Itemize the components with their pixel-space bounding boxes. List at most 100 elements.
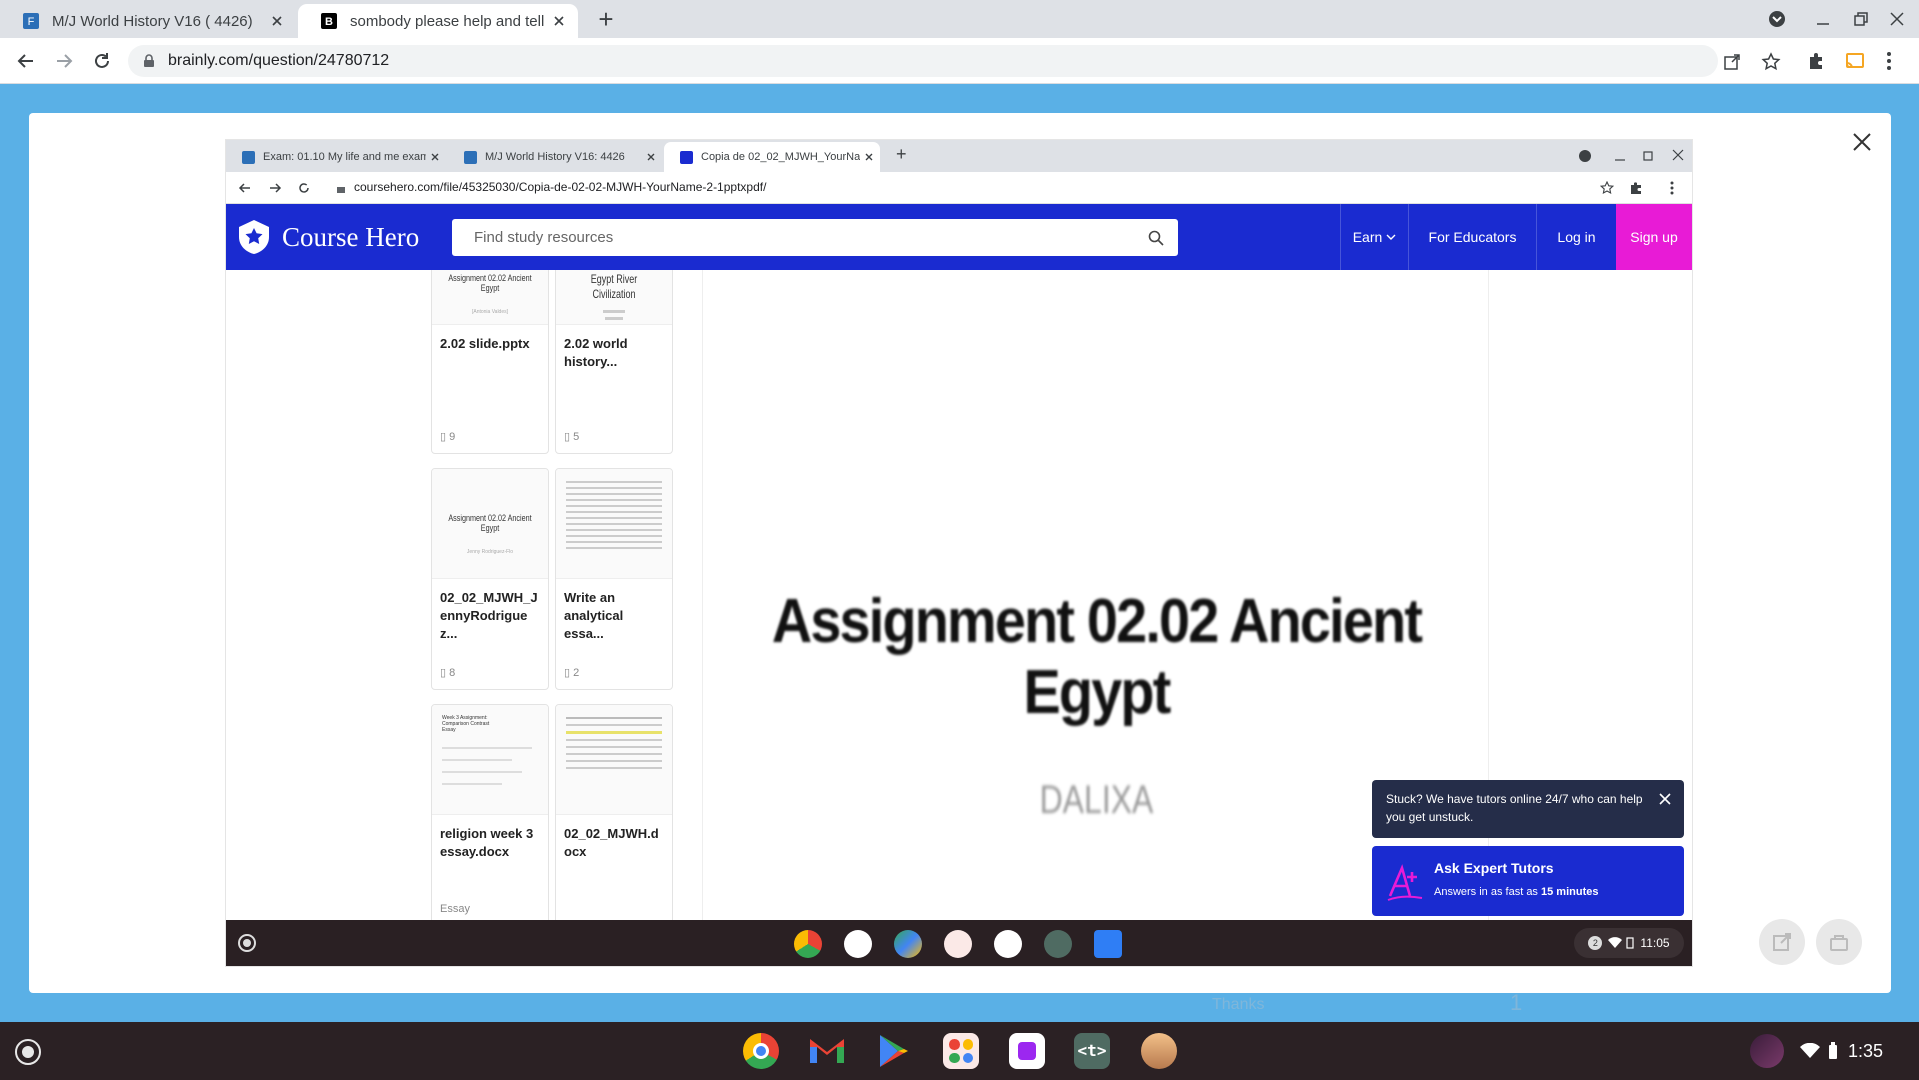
close-tab-icon[interactable] <box>270 14 284 28</box>
terminal-app-icon <box>1044 930 1072 958</box>
app-icon[interactable] <box>1009 1033 1045 1069</box>
inner-minimize-icon <box>1615 159 1625 161</box>
inner-new-tab-icon: + <box>896 144 907 164</box>
report-button[interactable] <box>1816 919 1862 965</box>
bookmark-star-icon[interactable] <box>1761 52 1781 72</box>
account-avatar[interactable] <box>1750 1034 1784 1068</box>
tutor-tip-popup: Stuck? We have tutors online 24/7 who ca… <box>1372 780 1684 838</box>
status-tray[interactable]: 1:35 <box>1800 1036 1910 1066</box>
inner-tab-world-history: M/J World History V16: 4426 <box>448 142 662 172</box>
related-doc-card: Write an analytical essa... ▯ 2 <box>555 468 673 690</box>
games-app-icon[interactable] <box>943 1033 979 1069</box>
close-window-icon[interactable] <box>1889 11 1905 27</box>
close-tab-icon <box>647 153 655 161</box>
tab-title: Copia de 02_02_MJWH_YourName <box>701 151 860 163</box>
inner-menu-icon <box>1670 181 1674 195</box>
tutors-title: Ask Expert Tutors <box>1434 860 1554 876</box>
browser-tab-world-history[interactable]: F M/J World History V16 ( 4426) <box>0 4 296 38</box>
browser-tab-brainly[interactable]: B sombody please help and tell me <box>298 4 578 38</box>
tab-search-icon[interactable] <box>1767 9 1787 29</box>
nav-earn-label: Earn <box>1352 229 1383 245</box>
launcher-button[interactable] <box>15 1039 41 1065</box>
doc-title: Write an analytical essa... <box>564 590 624 641</box>
flvs-favicon-icon <box>464 150 477 164</box>
page-count-value: 2 <box>573 667 580 679</box>
related-doc-card: Assignment 02.02 Ancient Egypt Jenny Rod… <box>431 468 549 690</box>
attached-screenshot: Exam: 01.10 My life and me exam M/J Worl… <box>226 140 1692 966</box>
address-bar[interactable]: brainly.com/question/24780712 <box>128 45 1781 77</box>
app-icon <box>994 930 1022 958</box>
inner-extensions-icon <box>1631 182 1641 194</box>
a-plus-icon <box>1387 864 1423 901</box>
document-title: Assignment 02.02 Ancient Egypt <box>771 587 1423 727</box>
new-tab-button[interactable]: + <box>592 6 620 34</box>
chrome-app-icon[interactable] <box>743 1033 779 1069</box>
close-tab-icon <box>431 153 439 161</box>
external-link-icon <box>1773 933 1791 951</box>
browser-tab-strip: F M/J World History V16 ( 4426) B sombod… <box>0 0 1919 38</box>
tutors-subtitle-time: 15 minutes <box>1541 886 1599 898</box>
ask-expert-tutors-button: Ask Expert Tutors Answers in as fast as … <box>1372 846 1684 916</box>
menu-kebab-icon[interactable] <box>1886 51 1892 71</box>
clock: 1:35 <box>1848 1040 1884 1061</box>
inner-clock: 11:05 <box>1640 936 1670 950</box>
gmail-app-icon[interactable] <box>808 1035 846 1065</box>
play-store-app-icon <box>894 930 922 958</box>
nav-sign-up: Sign up <box>1616 204 1692 270</box>
doc-page-count: ▯ 2 <box>564 667 580 679</box>
doc-thumbnail <box>556 705 672 815</box>
thanks-count: 1 <box>1510 990 1523 1015</box>
inner-lock-icon <box>337 187 345 193</box>
reload-icon[interactable] <box>92 51 112 71</box>
flag-icon <box>1830 935 1848 951</box>
document-preview: Assignment 02.02 Ancient Egypt DALIXA <box>702 270 1489 920</box>
close-tab-icon[interactable] <box>552 14 566 28</box>
chromeos-shelf: <t> 1:35 <box>0 1022 1919 1080</box>
svg-text:B: B <box>325 16 333 28</box>
minimize-icon[interactable] <box>1815 12 1831 28</box>
open-in-app-icon[interactable] <box>1723 53 1741 71</box>
battery-icon <box>1829 1042 1837 1059</box>
flvs-favicon-icon: F <box>23 13 39 29</box>
document-author: DALIXA <box>1039 778 1154 822</box>
inner-tab-copia: Copia de 02_02_MJWH_YourName <box>664 142 880 172</box>
app-icon <box>944 930 972 958</box>
close-modal-icon[interactable] <box>1851 131 1873 153</box>
tab-title: M/J World History V16: 4426 <box>485 151 625 163</box>
logo-text: Course Hero <box>282 221 420 252</box>
cast-icon[interactable] <box>1845 51 1865 71</box>
doc-thumbnail: Week 3 Assignment: Comparison Contrast E… <box>432 705 548 815</box>
wifi-icon <box>1800 1043 1820 1058</box>
doc-title: 02_02_MJWH.docx <box>564 826 659 859</box>
related-doc-card: 02_02_MJWH.docx <box>555 704 673 920</box>
coursehero-star-icon <box>239 220 269 254</box>
thumb-title: Assignment 02.02 Ancient Egypt <box>448 272 532 293</box>
open-external-button[interactable] <box>1759 919 1805 965</box>
chrome-app-icon <box>794 930 822 958</box>
search-placeholder: Find study resources <box>474 229 614 246</box>
thumb-subtitle: Jenny Rodriguez-Flo <box>466 548 514 555</box>
coursehero-favicon-icon <box>680 150 693 164</box>
inner-tab-search-icon <box>1579 150 1591 162</box>
play-store-app-icon[interactable] <box>878 1033 910 1069</box>
nav-for-educators: For Educators <box>1408 204 1536 270</box>
inner-star-icon <box>1600 181 1614 195</box>
notification-badge: 2 <box>1588 936 1603 950</box>
inner-close-icon <box>1672 149 1684 161</box>
page-count-value: 9 <box>449 431 456 443</box>
doc-thumbnail: Ancient Egypt River Civilization <box>556 270 672 325</box>
user-avatar-app-icon[interactable] <box>1141 1033 1177 1069</box>
forward-icon[interactable] <box>54 51 74 71</box>
wifi-icon <box>1608 937 1623 948</box>
close-tab-icon <box>865 153 873 161</box>
coursehero-header: Course Hero Find study resources Earn Fo… <box>226 204 1692 270</box>
thumb-title: Assignment 02.02 Ancient Egypt <box>448 512 532 533</box>
chevron-down-icon <box>1386 234 1396 240</box>
back-icon[interactable] <box>16 51 36 71</box>
terminal-app-icon[interactable]: <t> <box>1074 1033 1110 1069</box>
nav-log-in: Log in <box>1536 204 1616 270</box>
inner-tab-exam: Exam: 01.10 My life and me exam <box>226 142 446 172</box>
restore-icon[interactable] <box>1853 11 1869 27</box>
inner-tab-strip: Exam: 01.10 My life and me exam M/J Worl… <box>226 140 1692 172</box>
extensions-icon[interactable] <box>1806 51 1826 71</box>
